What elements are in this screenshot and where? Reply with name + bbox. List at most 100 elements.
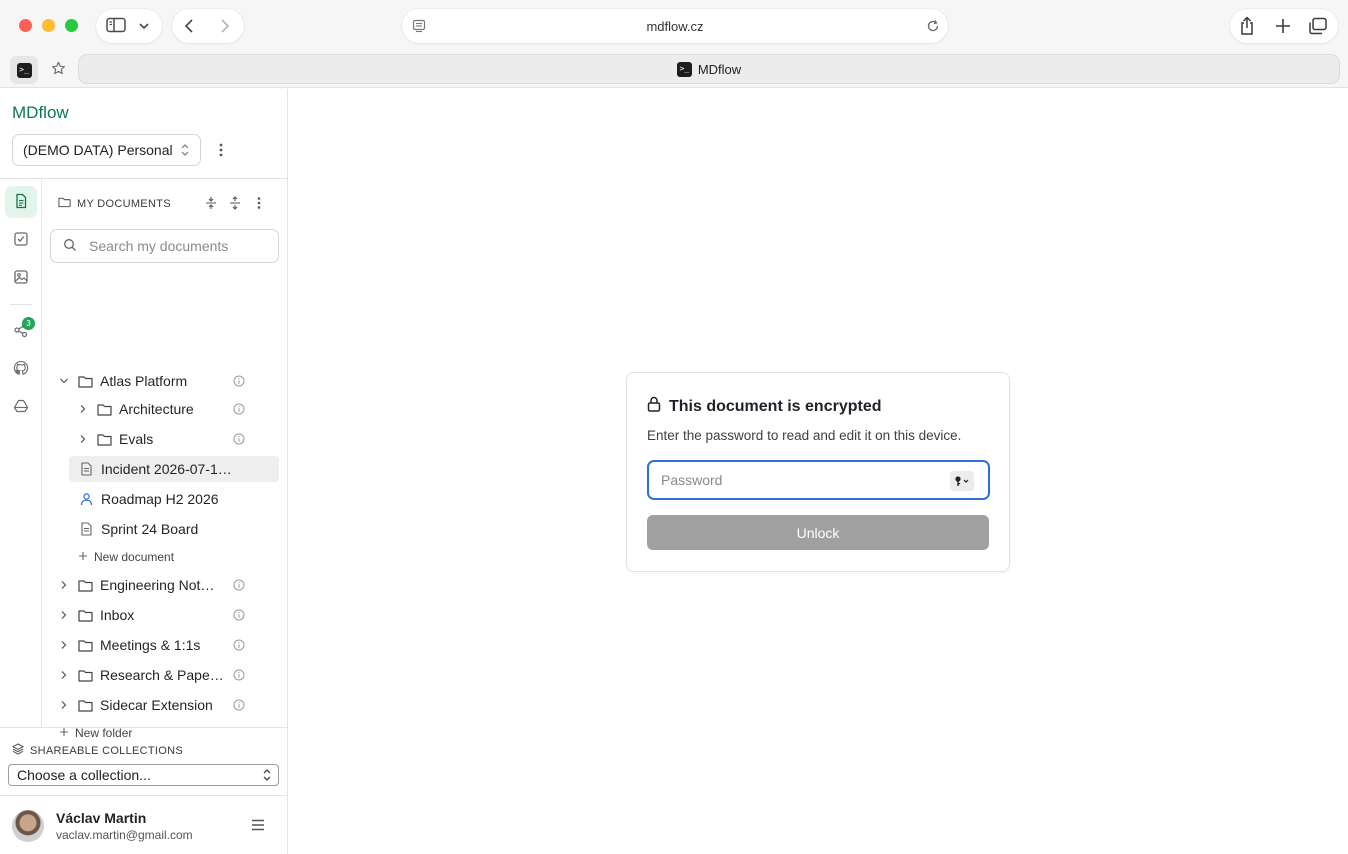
folder-icon (76, 669, 94, 682)
address-bar[interactable]: mdflow.cz (402, 9, 948, 43)
search-icon (63, 238, 77, 255)
info-icon[interactable] (233, 578, 245, 594)
tree-folder-architecture[interactable]: Architecture (75, 396, 256, 422)
chevron-right-icon[interactable] (56, 580, 72, 590)
sidebar: MDflow (DEMO DATA) Personal 3 MY DOCUMEN… (0, 89, 288, 854)
reload-icon[interactable] (926, 19, 940, 33)
folder-icon (76, 375, 94, 388)
collection-select[interactable]: Choose a collection... (8, 764, 279, 786)
chevron-right-icon[interactable] (56, 640, 72, 650)
document-icon (77, 522, 95, 536)
chevron-down-icon[interactable] (56, 376, 72, 386)
avatar[interactable] (12, 810, 44, 842)
search-placeholder: Search my documents (89, 238, 229, 254)
tree-label: Inbox (100, 607, 135, 623)
rail-drive-button[interactable] (5, 391, 37, 423)
close-window-button[interactable] (19, 19, 32, 32)
password-field[interactable] (647, 460, 990, 500)
browser-actions (1230, 9, 1338, 43)
info-icon[interactable] (233, 608, 245, 624)
rail-share-button[interactable]: 3 (5, 315, 37, 347)
key-icon[interactable] (950, 471, 974, 491)
pinned-tab-terminal[interactable]: >_ (10, 56, 38, 84)
url-text: mdflow.cz (646, 18, 704, 34)
chevron-right-icon[interactable] (75, 404, 91, 414)
chevron-right-icon[interactable] (56, 700, 72, 710)
icon-rail: 3 (0, 179, 42, 727)
tree-folder-sidecar[interactable]: Sidecar Extension (56, 692, 256, 718)
minimize-window-button[interactable] (42, 19, 55, 32)
rail-images-button[interactable] (5, 262, 37, 294)
workspace-select[interactable]: (DEMO DATA) Personal (12, 134, 201, 166)
select-chevron-icon (180, 143, 190, 160)
star-icon (51, 61, 66, 79)
workspace-select-value: (DEMO DATA) Personal (23, 142, 173, 158)
info-icon[interactable] (233, 698, 245, 714)
info-icon[interactable] (233, 374, 245, 390)
tree-doc-sprint[interactable]: Sprint 24 Board (77, 516, 277, 542)
sidebar-toggle-icon[interactable] (106, 17, 126, 33)
rail-github-button[interactable] (5, 353, 37, 385)
tree-label: Sidecar Extension (100, 697, 213, 713)
user-menu-icon[interactable] (250, 818, 266, 835)
tree-folder-research[interactable]: Research & Pape… (56, 662, 256, 688)
shareable-title: SHAREABLE COLLECTIONS (30, 744, 184, 757)
docs-header-label: MY DOCUMENTS (77, 197, 171, 210)
tree-doc-incident[interactable]: Incident 2026-07-1… (69, 456, 279, 482)
chevron-right-icon[interactable] (56, 610, 72, 620)
page-menu-icon[interactable] (412, 19, 426, 33)
plus-icon (78, 550, 88, 564)
share-icon[interactable] (1238, 16, 1256, 36)
docs-menu-icon[interactable] (252, 196, 266, 213)
app-brand[interactable]: MDflow (12, 103, 69, 123)
rail-divider (10, 304, 32, 305)
new-document-button[interactable]: New document (78, 550, 174, 564)
documents-panel: MY DOCUMENTS Search my documents Atlas P… (42, 179, 288, 740)
person-icon (77, 492, 95, 506)
workspace-menu-icon[interactable] (212, 141, 230, 162)
info-icon[interactable] (233, 432, 245, 448)
forward-icon[interactable] (218, 18, 232, 34)
tree-folder-meetings[interactable]: Meetings & 1:1s (56, 632, 256, 658)
card-subtitle: Enter the password to read and edit it o… (647, 428, 962, 443)
favorites-button[interactable] (44, 56, 72, 84)
info-icon[interactable] (233, 402, 245, 418)
card-heading: This document is encrypted (647, 396, 881, 417)
tree-folder-atlas-platform[interactable]: Atlas Platform (56, 368, 256, 394)
encrypted-document-card: This document is encrypted Enter the pas… (626, 372, 1010, 572)
tab-favicon-icon: >_ (676, 61, 692, 77)
tree-label: Atlas Platform (100, 373, 188, 389)
tree-label: Evals (119, 431, 154, 447)
notification-badge: 3 (22, 317, 35, 330)
zoom-window-button[interactable] (65, 19, 78, 32)
browser-toolbar: mdflow.cz (0, 0, 1348, 52)
chevron-down-icon[interactable] (138, 20, 150, 32)
folder-icon (58, 196, 71, 211)
rail-documents-button[interactable] (5, 186, 37, 218)
rail-tasks-button[interactable] (5, 224, 37, 256)
terminal-icon: >_ (16, 62, 32, 78)
chevron-right-icon[interactable] (75, 434, 91, 444)
info-icon[interactable] (233, 668, 245, 684)
docs-header-actions (204, 196, 266, 213)
tree-doc-roadmap[interactable]: Roadmap H2 2026 (77, 486, 277, 512)
tree-folder-engineering[interactable]: Engineering Not… (56, 572, 256, 598)
active-tab[interactable]: >_ MDflow (78, 54, 1340, 84)
image-icon (13, 269, 29, 288)
chevron-right-icon[interactable] (56, 670, 72, 680)
new-tab-icon[interactable] (1274, 17, 1292, 35)
back-icon[interactable] (182, 18, 196, 34)
card-title: This document is encrypted (669, 397, 882, 415)
tree-folder-evals[interactable]: Evals (75, 426, 256, 452)
expand-all-icon[interactable] (228, 196, 242, 213)
folder-icon (76, 579, 94, 592)
new-document-label: New document (94, 550, 175, 564)
unlock-button[interactable]: Unlock (647, 515, 989, 550)
layers-icon (11, 743, 25, 758)
password-input[interactable] (661, 472, 941, 488)
search-documents-field[interactable]: Search my documents (50, 229, 279, 263)
info-icon[interactable] (233, 638, 245, 654)
tree-folder-inbox[interactable]: Inbox (56, 602, 256, 628)
tab-overview-icon[interactable] (1308, 17, 1328, 35)
collapse-all-icon[interactable] (204, 196, 218, 213)
